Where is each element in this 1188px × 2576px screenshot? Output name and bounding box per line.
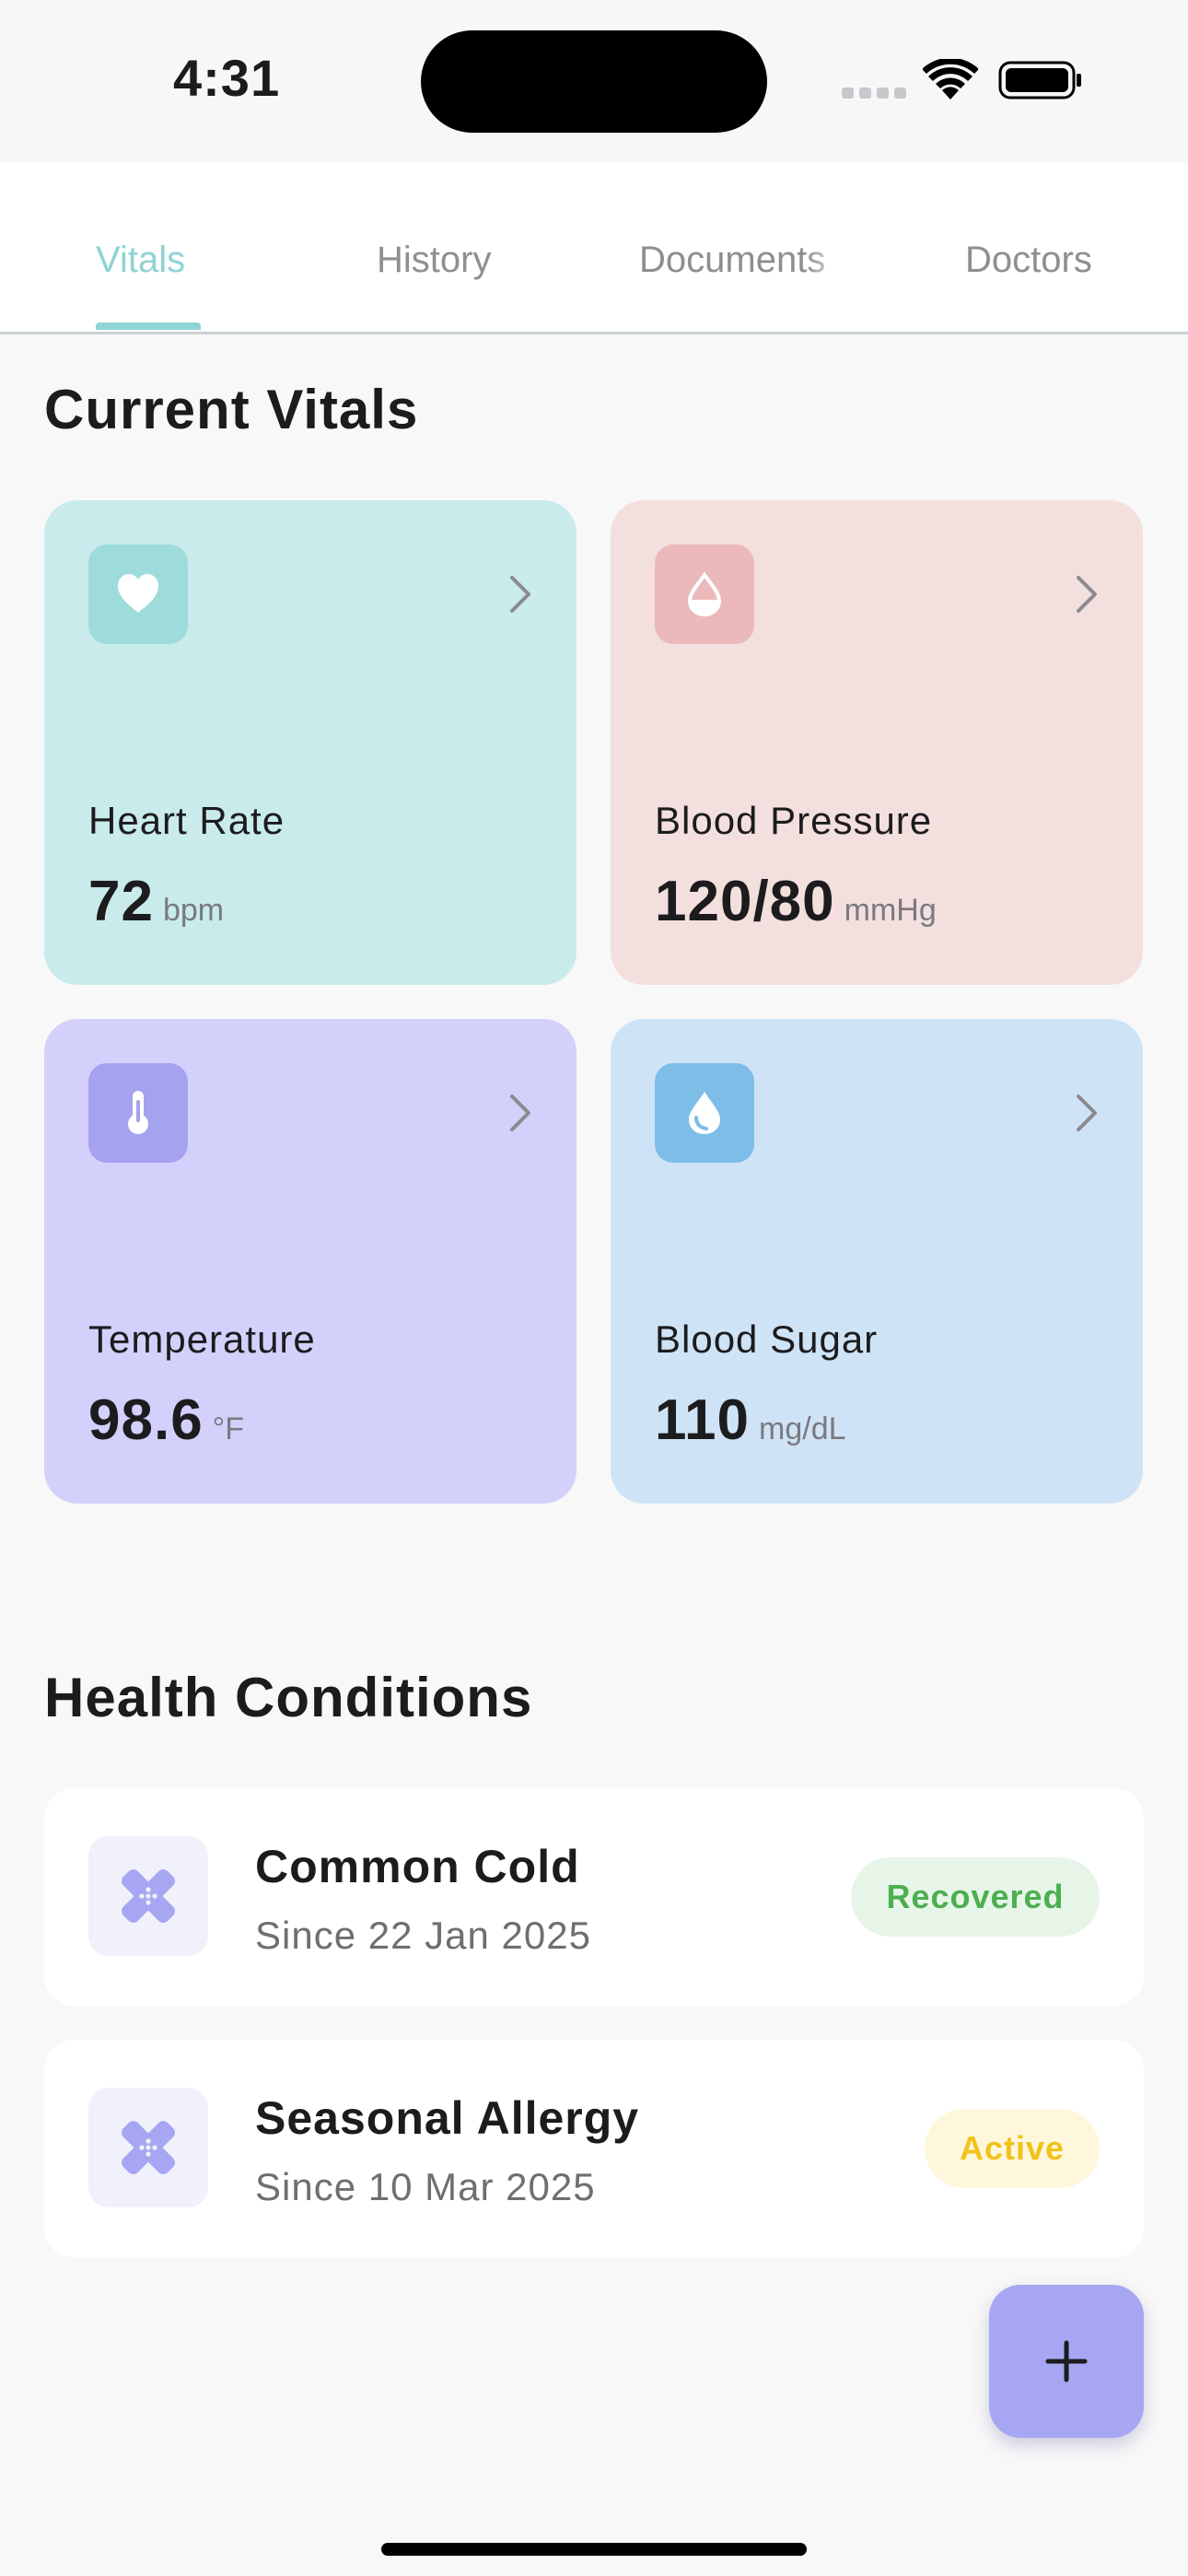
status-badge-active: Active bbox=[925, 2109, 1100, 2188]
active-tab-indicator bbox=[96, 322, 201, 330]
add-button[interactable] bbox=[989, 2285, 1144, 2438]
condition-name: Common Cold bbox=[255, 1841, 580, 1892]
vital-label: Temperature bbox=[88, 1317, 316, 1361]
vital-unit: mg/dL bbox=[759, 1411, 846, 1446]
plus-icon bbox=[1045, 2340, 1088, 2383]
status-badge-recovered: Recovered bbox=[851, 1857, 1100, 1937]
water-drop-icon bbox=[689, 1092, 720, 1134]
vital-unit: °F bbox=[212, 1411, 245, 1446]
vital-reading: 120/80 mmHg bbox=[655, 869, 937, 934]
vital-reading: 72 bpm bbox=[88, 869, 224, 934]
half-drop-icon bbox=[687, 571, 722, 617]
vital-value: 98.6 bbox=[88, 1388, 204, 1452]
chevron-right-icon bbox=[1077, 1095, 1097, 1131]
vital-reading: 110 mg/dL bbox=[655, 1388, 846, 1453]
vital-unit: mmHg bbox=[844, 893, 937, 928]
tab-history[interactable]: History bbox=[377, 240, 491, 281]
temperature-card[interactable]: Temperature 98.6 °F bbox=[44, 1019, 577, 1504]
tab-vitals[interactable]: Vitals bbox=[96, 240, 185, 281]
dynamic-island bbox=[421, 30, 767, 133]
thermometer-icon-badge bbox=[88, 1063, 188, 1163]
blood-sugar-card[interactable]: Blood Sugar 110 mg/dL bbox=[611, 1019, 1143, 1504]
condition-card-common-cold[interactable]: Common Cold Since 22 Jan 2025 Recovered bbox=[44, 1788, 1144, 2006]
battery-icon bbox=[998, 61, 1081, 100]
tab-documents[interactable]: Documents bbox=[639, 240, 851, 281]
tab-bar: Vitals History Documents Doctors bbox=[0, 162, 1188, 334]
condition-name: Seasonal Allergy bbox=[255, 2092, 640, 2144]
condition-card-seasonal-allergy[interactable]: Seasonal Allergy Since 10 Mar 2025 Activ… bbox=[44, 2040, 1144, 2257]
condition-since: Since 22 Jan 2025 bbox=[255, 1914, 591, 1957]
cellular-signal-icon bbox=[842, 88, 906, 99]
status-time: 4:31 bbox=[173, 49, 281, 107]
water-drop-icon-badge bbox=[655, 1063, 754, 1163]
bandage-icon bbox=[122, 2121, 175, 2174]
bandage-icon bbox=[122, 1869, 175, 1923]
blood-pressure-card[interactable]: Blood Pressure 120/80 mmHg bbox=[611, 500, 1143, 985]
vital-reading: 98.6 °F bbox=[88, 1388, 244, 1453]
tab-doctors[interactable]: Doctors bbox=[965, 240, 1092, 281]
heart-icon bbox=[118, 574, 158, 613]
chevron-right-icon bbox=[1077, 576, 1097, 613]
status-bar: 4:31 bbox=[0, 0, 1188, 162]
heart-icon-badge bbox=[88, 544, 188, 644]
bandage-icon-badge bbox=[88, 1836, 208, 1956]
vital-value: 120/80 bbox=[655, 870, 835, 933]
wifi-icon bbox=[923, 59, 978, 100]
half-drop-icon-badge bbox=[655, 544, 754, 644]
chevron-right-icon bbox=[510, 576, 530, 613]
vital-unit: bpm bbox=[162, 893, 225, 928]
condition-since: Since 10 Mar 2025 bbox=[255, 2165, 596, 2208]
thermometer-icon bbox=[128, 1091, 148, 1134]
vital-value: 72 bbox=[88, 870, 154, 933]
vital-value: 110 bbox=[655, 1388, 751, 1452]
current-vitals-title: Current Vitals bbox=[44, 379, 419, 440]
bandage-icon-badge bbox=[88, 2088, 208, 2207]
vital-label: Blood Sugar bbox=[655, 1317, 879, 1361]
heart-rate-card[interactable]: Heart Rate 72 bpm bbox=[44, 500, 577, 985]
vital-label: Blood Pressure bbox=[655, 799, 933, 842]
home-indicator bbox=[381, 2543, 807, 2556]
vital-label: Heart Rate bbox=[88, 799, 285, 842]
chevron-right-icon bbox=[510, 1095, 530, 1131]
health-conditions-title: Health Conditions bbox=[44, 1667, 533, 1728]
